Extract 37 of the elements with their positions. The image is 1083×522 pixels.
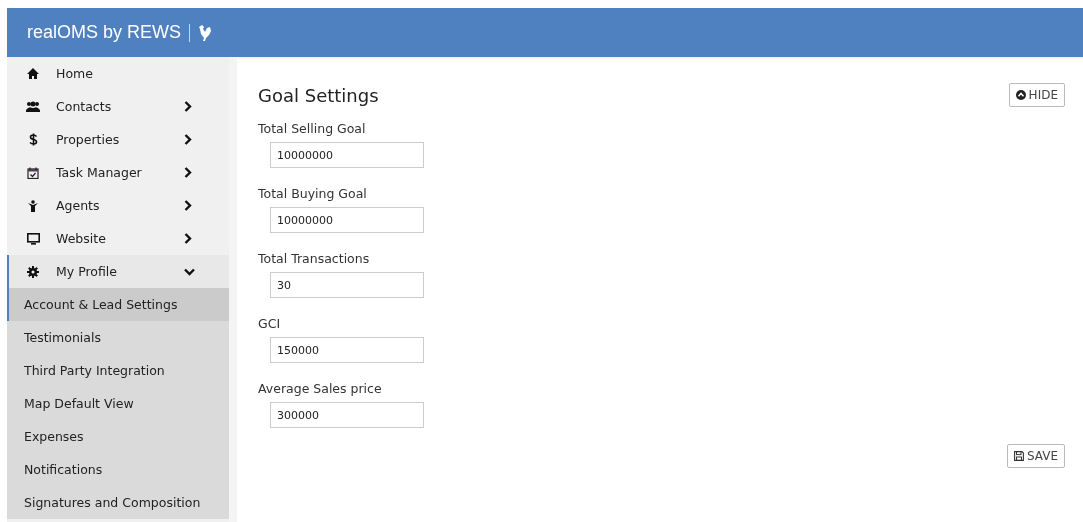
submenu-item[interactable]: Signatures and Composition	[7, 486, 229, 519]
home-icon	[27, 68, 39, 79]
input-field[interactable]: 30	[270, 272, 424, 298]
monitor-icon	[26, 232, 40, 245]
input-field[interactable]: 150000	[270, 337, 424, 363]
field-label: GCI	[258, 316, 282, 331]
nav-item[interactable]: Website	[7, 222, 229, 255]
input-field[interactable]: 300000	[270, 402, 424, 428]
hide-button[interactable]: HIDE	[1008, 83, 1065, 107]
field-label: Total Transactions	[258, 251, 371, 266]
input-field[interactable]: 10000000	[270, 207, 424, 233]
person-icon	[28, 199, 38, 212]
submenu-item[interactable]: Testimonials	[7, 321, 229, 354]
input-field[interactable]: 10000000	[270, 142, 424, 168]
panel-title: Goal Settings	[258, 84, 379, 106]
submenu-item[interactable]: Expenses	[7, 420, 229, 453]
gear-icon	[27, 265, 39, 278]
save-button[interactable]: SAVE	[1006, 444, 1065, 468]
collapse-icon	[1015, 90, 1026, 100]
field-label: Total Buying Goal	[258, 186, 368, 201]
nav-item[interactable]: Contacts	[7, 90, 229, 123]
nav-item[interactable]: Agents	[7, 189, 229, 222]
dollar-icon	[28, 133, 38, 146]
rooster-icon	[198, 23, 213, 42]
nav-item[interactable]: My Profile	[7, 255, 229, 288]
users-icon	[26, 101, 40, 112]
nav-item[interactable]: Properties	[7, 123, 229, 156]
submenu-item[interactable]: Map Default View	[7, 387, 229, 420]
brand-title: realOMS by REWS	[27, 22, 182, 43]
submenu-item[interactable]: Account & Lead Settings	[7, 288, 229, 321]
nav-item[interactable]: Task Manager	[7, 156, 229, 189]
field-label: Total Selling Goal	[258, 121, 367, 136]
nav-item[interactable]: Home	[7, 57, 229, 90]
submenu-item[interactable]: Notifications	[7, 453, 229, 486]
field-label: Average Sales price	[258, 381, 383, 396]
calendar-icon	[27, 166, 39, 179]
submenu-item[interactable]: Third Party Integration	[7, 354, 229, 387]
